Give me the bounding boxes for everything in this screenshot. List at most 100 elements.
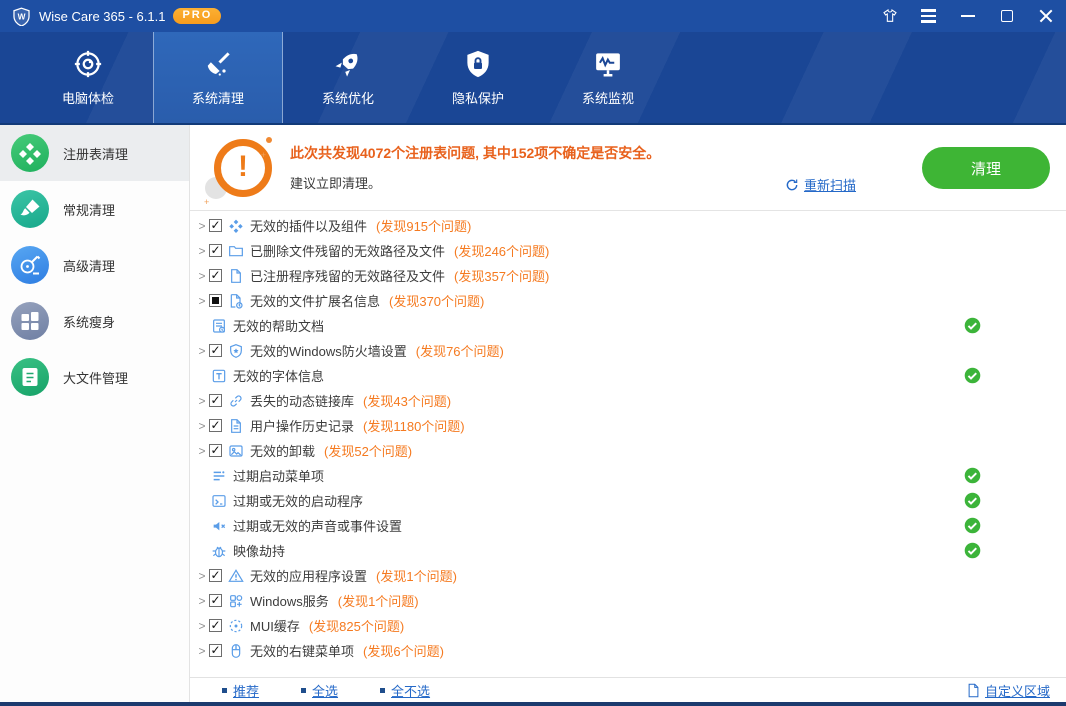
issue-count: (发现52个问题): [324, 444, 413, 459]
issue-row: > ✓ 无效的卸载 (发现52个问题): [190, 438, 1066, 463]
warning-icon: ! + +: [202, 131, 276, 206]
maximize-button[interactable]: [998, 8, 1015, 25]
sidebar-item-common-cleaner[interactable]: 常规清理: [0, 181, 189, 237]
expand-chevron-icon[interactable]: >: [195, 419, 209, 433]
refresh-icon: [786, 178, 798, 190]
registry-icon: [11, 134, 49, 172]
issue-count: (发现357个问题): [454, 269, 550, 284]
issue-count: (发现43个问题): [363, 394, 452, 409]
sidebar-item-advanced-cleaner[interactable]: 高级清理: [0, 237, 189, 293]
nav-tab-system-tuneup[interactable]: 系统优化: [283, 32, 413, 123]
footer-link-select-none[interactable]: 全不选: [380, 681, 430, 700]
titlebar: W Wise Care 365 - 6.1.1 PRO: [0, 0, 1066, 32]
issue-label: 无效的应用程序设置: [250, 569, 368, 584]
bullet-icon: [301, 687, 307, 693]
nav-tab-privacy-protect[interactable]: 隐私保护: [413, 32, 543, 123]
row-checkbox[interactable]: ✓: [209, 244, 222, 257]
row-checkbox[interactable]: ✓: [209, 619, 222, 632]
expand-chevron-icon[interactable]: >: [195, 619, 209, 633]
nav-tab-system-cleaner[interactable]: 系统清理: [153, 32, 283, 123]
footer-link-select-all[interactable]: 全选: [301, 681, 338, 700]
issue-label: 已注册程序残留的无效路径及文件: [250, 269, 446, 284]
expand-chevron-icon[interactable]: >: [195, 244, 209, 258]
sidebar-item-label: 注册表清理: [63, 146, 129, 162]
row-checkbox[interactable]: ✓: [209, 569, 222, 582]
issue-label: 丢失的动态链接库: [250, 394, 355, 409]
custom-area-label: 自定义区域: [984, 683, 1050, 699]
issue-row: > ✓ MUI缓存 (发现825个问题): [190, 613, 1066, 638]
contextmenu-icon: [228, 643, 244, 659]
issue-label: MUI缓存: [250, 619, 300, 634]
menu-icon[interactable]: [920, 8, 937, 25]
footer-link-recommended[interactable]: 推荐: [222, 681, 259, 700]
expand-chevron-icon[interactable]: >: [195, 569, 209, 583]
issue-count: (发现76个问题): [415, 344, 504, 359]
status-check-icon: [964, 492, 981, 509]
sidebar-item-label: 系统瘦身: [63, 314, 116, 330]
vacuum-icon: [11, 246, 49, 284]
skin-icon[interactable]: [881, 8, 898, 25]
issue-row: > ✓ 无效的右键菜单项 (发现6个问题): [190, 638, 1066, 663]
row-checkbox[interactable]: ✓: [209, 444, 222, 457]
issue-count: (发现825个问题): [308, 619, 405, 634]
expand-chevron-icon[interactable]: >: [195, 269, 209, 283]
issue-row: 映像劫持: [190, 538, 1066, 563]
sidebar-item-registry-cleaner[interactable]: 注册表清理: [0, 125, 189, 181]
checkup-icon: [73, 49, 103, 79]
issue-label: 无效的右键菜单项: [250, 644, 355, 659]
row-checkbox[interactable]: [209, 294, 222, 307]
row-checkbox[interactable]: ✓: [209, 394, 222, 407]
scan-summary: ! + + 此次共发现4072个注册表问题, 其中152项不确定是否安全。 建议…: [190, 125, 1066, 211]
issue-label: 映像劫持: [233, 544, 286, 559]
rescan-link[interactable]: 重新扫描: [785, 175, 856, 194]
row-checkbox[interactable]: ✓: [209, 419, 222, 432]
row-checkbox[interactable]: ✓: [209, 344, 222, 357]
status-check-icon: [964, 367, 981, 384]
sidebar-item-big-files[interactable]: 大文件管理: [0, 349, 189, 405]
sidebar-item-label: 大文件管理: [63, 370, 129, 386]
issue-row: 过期或无效的启动程序: [190, 488, 1066, 513]
nav-tab-pc-checkup[interactable]: 电脑体检: [23, 32, 153, 123]
file-ext-icon: [228, 293, 244, 309]
sidebar-item-system-slimming[interactable]: 系统瘦身: [0, 293, 189, 349]
monitor-icon: [593, 49, 623, 79]
row-checkbox[interactable]: ✓: [209, 269, 222, 282]
expand-chevron-icon[interactable]: >: [195, 644, 209, 658]
row-checkbox[interactable]: ✓: [209, 594, 222, 607]
nav-tab-system-monitor[interactable]: 系统监视: [543, 32, 673, 123]
top-nav: 电脑体检 系统清理 系统优化 隐私保护 系统监视: [0, 0, 1066, 125]
bullet-icon: [380, 687, 386, 693]
issue-count: (发现1个问题): [337, 594, 419, 609]
expand-chevron-icon[interactable]: >: [195, 394, 209, 408]
pro-badge: PRO: [173, 8, 222, 24]
app-logo-icon: W: [12, 7, 31, 27]
issue-count: (发现1个问题): [376, 569, 457, 584]
clean-button[interactable]: 清理: [922, 147, 1050, 189]
issue-label: 过期或无效的启动程序: [233, 494, 364, 509]
issue-row: > ✓ 无效的应用程序设置 (发现1个问题): [190, 563, 1066, 588]
issue-count: (发现915个问题): [376, 219, 472, 234]
expand-chevron-icon[interactable]: >: [195, 344, 209, 358]
firewall-icon: [228, 343, 244, 359]
issue-label: Windows服务: [250, 594, 329, 609]
issue-row: > ✓ 无效的Windows防火墙设置 (发现76个问题): [190, 338, 1066, 363]
startmenu-icon: [211, 468, 227, 484]
issue-count: (发现1180个问题): [363, 419, 465, 434]
row-checkbox[interactable]: ✓: [209, 644, 222, 657]
issue-row: > ✓ 用户操作历史记录 (发现1180个问题): [190, 413, 1066, 438]
minimize-button[interactable]: [959, 8, 976, 25]
svg-text:W: W: [18, 11, 26, 21]
file-icon: [228, 268, 244, 284]
expand-chevron-icon[interactable]: >: [195, 219, 209, 233]
custom-area-link[interactable]: 自定义区域: [967, 681, 1050, 700]
issue-label: 无效的帮助文档: [233, 319, 325, 334]
expand-chevron-icon[interactable]: >: [195, 444, 209, 458]
nav-tab-label: 系统优化: [321, 90, 374, 106]
expand-chevron-icon[interactable]: >: [195, 594, 209, 608]
row-checkbox[interactable]: ✓: [209, 219, 222, 232]
services-icon: [228, 593, 244, 609]
issue-row: 过期或无效的声音或事件设置: [190, 513, 1066, 538]
expand-chevron-icon[interactable]: >: [195, 294, 209, 308]
nav-tab-label: 系统监视: [581, 90, 634, 106]
close-button[interactable]: [1037, 8, 1054, 25]
